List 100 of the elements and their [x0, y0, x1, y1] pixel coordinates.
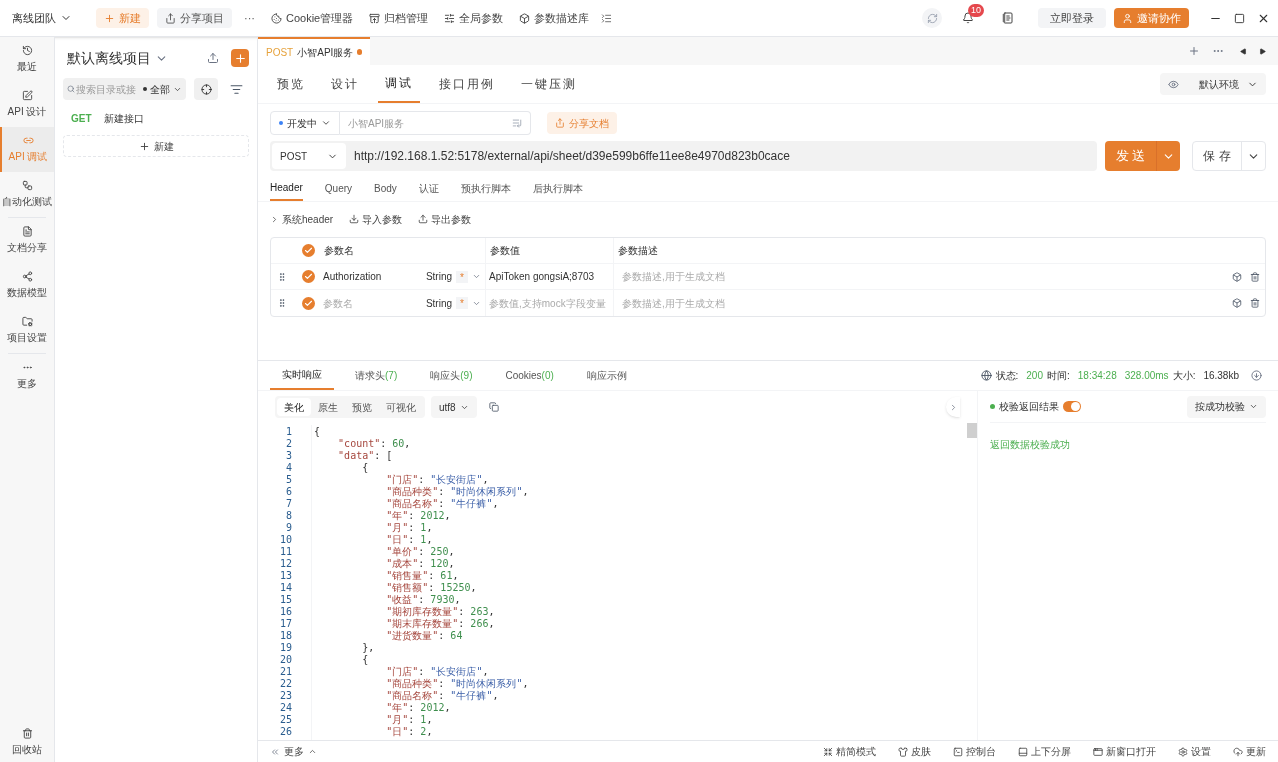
delete-icon[interactable]	[1250, 271, 1260, 282]
request-section-tab[interactable]: Body	[374, 175, 397, 201]
method-select[interactable]: POST	[272, 143, 346, 169]
format-tab[interactable]: 预览	[345, 398, 379, 416]
header-action[interactable]: 导入参数	[349, 211, 403, 227]
line-number: 22	[279, 678, 292, 690]
delete-icon[interactable]	[1250, 298, 1260, 308]
scrollbar[interactable]	[967, 423, 977, 438]
view-tab[interactable]: 调试	[378, 65, 420, 103]
download-icon[interactable]	[1251, 370, 1262, 381]
response-tab[interactable]: 实时响应	[270, 361, 334, 390]
api-name-input[interactable]: 小智API服务	[340, 115, 512, 131]
checkbox[interactable]	[301, 296, 315, 310]
copy-icon[interactable]	[488, 402, 499, 412]
view-tab[interactable]: 接口用例	[432, 65, 502, 103]
toolbar-button[interactable]: 全局参数	[440, 9, 508, 27]
share-project-button[interactable]: 分享项目	[157, 8, 232, 28]
view-tab[interactable]: 一键压测	[514, 65, 584, 103]
rail-item[interactable]: 数据模型	[0, 263, 54, 308]
request-section-tab[interactable]: 预执行脚本	[460, 175, 511, 201]
param-value-field[interactable]: 参数值,支持mock字段变量	[485, 290, 613, 316]
chevron-down-icon	[472, 272, 481, 281]
more-footer-button[interactable]: 更多	[270, 744, 317, 759]
cube-icon[interactable]	[1232, 271, 1242, 282]
footer-button[interactable]: 精简模式	[823, 744, 876, 759]
drag-handle-icon[interactable]	[277, 271, 287, 282]
response-tab[interactable]: 响应头(9)	[418, 361, 485, 390]
format-tab[interactable]: 可视化	[379, 398, 423, 416]
scroll-right-icon[interactable]	[1259, 47, 1266, 55]
locate-button[interactable]	[194, 78, 218, 100]
param-description-field[interactable]: 参数描述,用于生成文档	[613, 290, 1232, 316]
rail-item[interactable]: 项目设置	[0, 308, 54, 353]
filter-icon[interactable]	[230, 82, 243, 96]
save-button[interactable]: 保 存	[1192, 141, 1266, 171]
validation-toggle[interactable]	[1063, 401, 1081, 412]
status-select[interactable]: 开发中	[270, 111, 340, 135]
footer-button[interactable]: 上下分屏	[1018, 744, 1071, 759]
request-section-tab[interactable]: 认证	[418, 175, 439, 201]
filter-select[interactable]: 全部	[143, 78, 186, 100]
footer-button[interactable]: 控制台	[953, 744, 996, 759]
team-selector[interactable]: 离线团队	[8, 9, 76, 27]
response-tab[interactable]: Cookies(0)	[493, 361, 566, 390]
rail-item[interactable]: 最近	[0, 37, 54, 82]
upload-icon[interactable]	[207, 52, 219, 64]
trash-button[interactable]: 回收站	[0, 722, 54, 762]
toolbar-button[interactable]: 归档管理	[365, 9, 433, 27]
param-name-field[interactable]: Authorization	[323, 269, 423, 284]
request-tab[interactable]: POST 小智API服务	[258, 37, 370, 65]
type-select[interactable]: String *	[425, 295, 481, 311]
format-tab[interactable]: 美化	[277, 398, 311, 416]
request-section-tab[interactable]: 后执行脚本	[532, 175, 583, 201]
archive-icon	[369, 12, 381, 24]
format-tab[interactable]: 原生	[311, 398, 345, 416]
toolbar-button[interactable]: Cookie管理器	[267, 9, 358, 27]
login-button[interactable]: 立即登录	[1038, 8, 1106, 28]
param-name-field[interactable]: 参数名	[323, 295, 423, 311]
param-description-field[interactable]: 参数描述,用于生成文档	[613, 264, 1232, 289]
checkbox[interactable]	[301, 244, 315, 257]
rail-item[interactable]: 更多	[0, 354, 54, 399]
rail-item[interactable]: 自动化测试	[0, 172, 54, 217]
drag-handle-icon[interactable]	[277, 298, 287, 308]
more-button[interactable]: ···	[240, 9, 259, 27]
view-tab[interactable]: 预览	[270, 65, 312, 103]
rail-item[interactable]: API 设计	[0, 82, 54, 127]
footer-button[interactable]: 设置	[1178, 744, 1211, 759]
add-tab-icon[interactable]	[1188, 45, 1200, 57]
response-tab[interactable]: 响应示例	[574, 361, 639, 390]
checkbox[interactable]	[301, 270, 315, 283]
scroll-left-icon[interactable]	[1240, 47, 1247, 55]
collapse-icon[interactable]	[601, 12, 613, 24]
url-field[interactable]: http://192.168.1.52:5178/external/api/sheet/d39e599b6ffe11ee8e4970d823b0cace	[354, 147, 790, 165]
tree-item[interactable]: GET 新建接口	[63, 104, 249, 132]
new-item-button[interactable]: 新建	[63, 135, 249, 157]
bell-icon[interactable]	[962, 12, 974, 24]
footer-button[interactable]: 皮肤	[898, 744, 931, 759]
toolbar-button[interactable]: 参数描述库	[515, 9, 594, 27]
view-tab[interactable]: 设计	[324, 65, 366, 103]
environment-select[interactable]: 默认环境	[1160, 73, 1266, 95]
add-button[interactable]	[231, 49, 249, 67]
search-field[interactable]: 搜索目录或接	[63, 78, 143, 100]
footer-button[interactable]: 新窗口打开	[1093, 744, 1156, 759]
param-value-field[interactable]: ApiToken gongsiA;8703	[485, 264, 613, 289]
maximize-icon[interactable]	[1234, 12, 1245, 24]
rail-item[interactable]: 文档分享	[0, 218, 54, 263]
header-action[interactable]: 系统header	[270, 211, 334, 227]
cube-icon[interactable]	[1232, 298, 1242, 308]
notes-icon[interactable]	[1002, 12, 1014, 24]
footer-button[interactable]: 更新	[1233, 744, 1266, 759]
header-action[interactable]: 导出参数	[418, 211, 472, 227]
settings-icon	[1178, 746, 1188, 757]
request-section-tab[interactable]: Query	[324, 175, 353, 201]
split-panel-icon	[1018, 746, 1028, 757]
type-select[interactable]: String *	[425, 269, 481, 284]
project-title[interactable]: 默认离线项目	[67, 47, 151, 69]
request-section-tab[interactable]: Header	[270, 175, 303, 201]
response-tab[interactable]: 请求头(7)	[343, 361, 410, 390]
validation-mode-select[interactable]: 按成功校验	[1187, 395, 1266, 418]
encoding-select[interactable]: utf8	[431, 396, 477, 418]
api-name-field[interactable]: 小智API服务	[340, 111, 531, 135]
search-input[interactable]: 搜索目录或接	[76, 81, 144, 97]
